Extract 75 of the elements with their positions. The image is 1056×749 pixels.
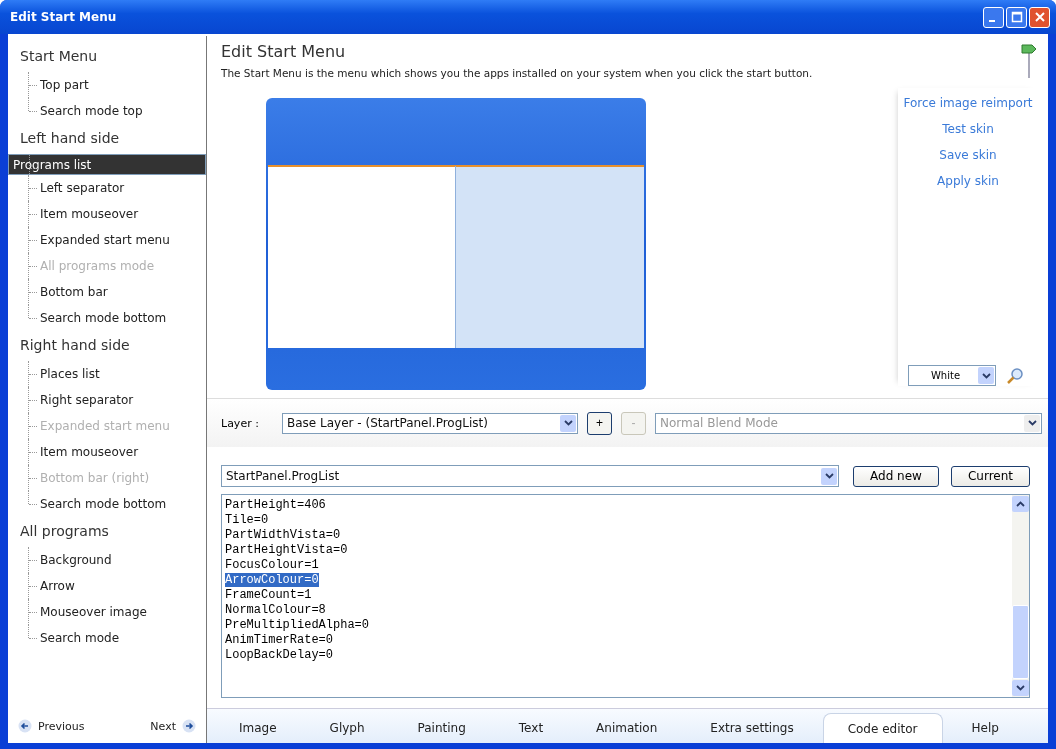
- close-button[interactable]: [1029, 6, 1050, 28]
- chevron-up-icon: [1016, 501, 1025, 507]
- minimize-icon: [989, 20, 995, 22]
- maximize-icon: [1010, 11, 1023, 23]
- description-text: The Start Menu is the menu which shows you the apps installed on your system when you click the start button.: [221, 67, 813, 79]
- scrollbar[interactable]: [1012, 495, 1029, 697]
- action-link[interactable]: Save skin: [939, 148, 997, 162]
- layer-dropdown[interactable]: Base Layer - (StartPanel.ProgList): [282, 412, 578, 434]
- sidebar-item[interactable]: Background: [8, 547, 206, 573]
- sidebar-group-title: Start Menu: [19, 47, 99, 66]
- tab[interactable]: Painting: [393, 713, 490, 743]
- scroll-up-button[interactable]: [1012, 496, 1029, 512]
- sidebar-item[interactable]: Expanded start menu: [8, 227, 206, 253]
- arrow-right-icon: [182, 719, 196, 733]
- chevron-down-icon: [824, 473, 834, 479]
- tab[interactable]: Image: [215, 713, 301, 743]
- scrollbar-thumb[interactable]: [1012, 605, 1029, 679]
- sidebar-item[interactable]: Search mode top: [8, 98, 206, 124]
- flag-icon[interactable]: [1020, 44, 1038, 80]
- tab[interactable]: Code editor: [822, 713, 943, 743]
- code-line: LoopBackDelay=0: [225, 648, 334, 662]
- sidebar-item[interactable]: Arrow: [8, 573, 206, 599]
- code-line: Tile=0: [225, 513, 269, 527]
- add-layer-button[interactable]: +: [587, 411, 612, 435]
- search-icon[interactable]: [1006, 366, 1024, 385]
- chevron-down-icon: [981, 372, 991, 379]
- tab[interactable]: Extra settings: [686, 713, 818, 743]
- window-title: Edit Start Menu: [10, 10, 117, 24]
- maximize-button[interactable]: [1006, 6, 1027, 28]
- previous-button[interactable]: Previous: [16, 717, 87, 735]
- tab[interactable]: Glyph: [305, 713, 389, 743]
- minimize-button[interactable]: [983, 6, 1004, 28]
- page-title: Edit Start Menu: [221, 42, 347, 61]
- code-line: PreMultipliedAlpha=0: [225, 618, 370, 632]
- layer-label: Layer :: [221, 416, 260, 430]
- code-line: PartHeight=406: [225, 498, 326, 512]
- next-button[interactable]: Next: [148, 717, 198, 735]
- tab[interactable]: Text: [494, 713, 568, 743]
- action-link[interactable]: Force image reimport: [903, 96, 1033, 110]
- chevron-down-icon: [563, 420, 573, 426]
- editor-button[interactable]: Current: [950, 465, 1030, 487]
- sidebar-group-title: All programs: [19, 522, 110, 541]
- code-line: NormalColour=8: [225, 603, 326, 617]
- background-dropdown[interactable]: White: [908, 365, 996, 386]
- scroll-down-button[interactable]: [1012, 680, 1029, 696]
- code-line: FocusColour=1: [225, 558, 319, 572]
- sidebar-item[interactable]: Programs list: [8, 154, 206, 175]
- sidebar-group-title: Right hand side: [19, 336, 131, 355]
- chevron-down-icon: [1016, 685, 1025, 691]
- code-line: AnimTimerRate=0: [225, 633, 334, 647]
- sidebar-group-title: Left hand side: [19, 129, 121, 148]
- editor-button[interactable]: Add new: [853, 465, 939, 487]
- action-link[interactable]: Apply skin: [937, 174, 999, 188]
- tab[interactable]: Animation: [572, 713, 682, 743]
- action-link[interactable]: Test skin: [942, 122, 994, 136]
- sidebar-item[interactable]: Left separator: [8, 175, 206, 201]
- sidebar-item[interactable]: Item mouseover: [8, 201, 206, 227]
- arrow-left-icon: [18, 719, 32, 733]
- sidebar-item[interactable]: Search mode bottom: [8, 305, 206, 331]
- close-icon: [1033, 11, 1046, 23]
- tab[interactable]: Help: [947, 713, 1023, 743]
- sidebar-item[interactable]: Mouseover image: [8, 599, 206, 625]
- sidebar-item[interactable]: Right separator: [8, 387, 206, 413]
- code-line: PartHeightVista=0: [225, 543, 348, 557]
- section-dropdown[interactable]: StartPanel.ProgList: [221, 465, 840, 487]
- sidebar-item[interactable]: Search mode: [8, 625, 206, 651]
- sidebar-item[interactable]: Bottom bar: [8, 279, 206, 305]
- chevron-down-icon: [1027, 420, 1037, 426]
- code-editor[interactable]: PartHeight=406 Tile=0 PartWidthVista=0 PartHeightVista=0 FocusColour=1 ArrowColour=0 FrameCount=1 NormalColour=8 PreMultipliedAlpha=0 AnimTimerRate=0 LoopBackDelay=0: [221, 494, 1030, 698]
- sidebar-item[interactable]: Item mouseover: [8, 439, 206, 465]
- sidebar-item[interactable]: Top part: [8, 72, 206, 98]
- code-line: PartWidthVista=0: [225, 528, 341, 542]
- sidebar-item[interactable]: Search mode bottom: [8, 491, 206, 517]
- code-line: FrameCount=1: [225, 588, 312, 602]
- sidebar-item[interactable]: Places list: [8, 361, 206, 387]
